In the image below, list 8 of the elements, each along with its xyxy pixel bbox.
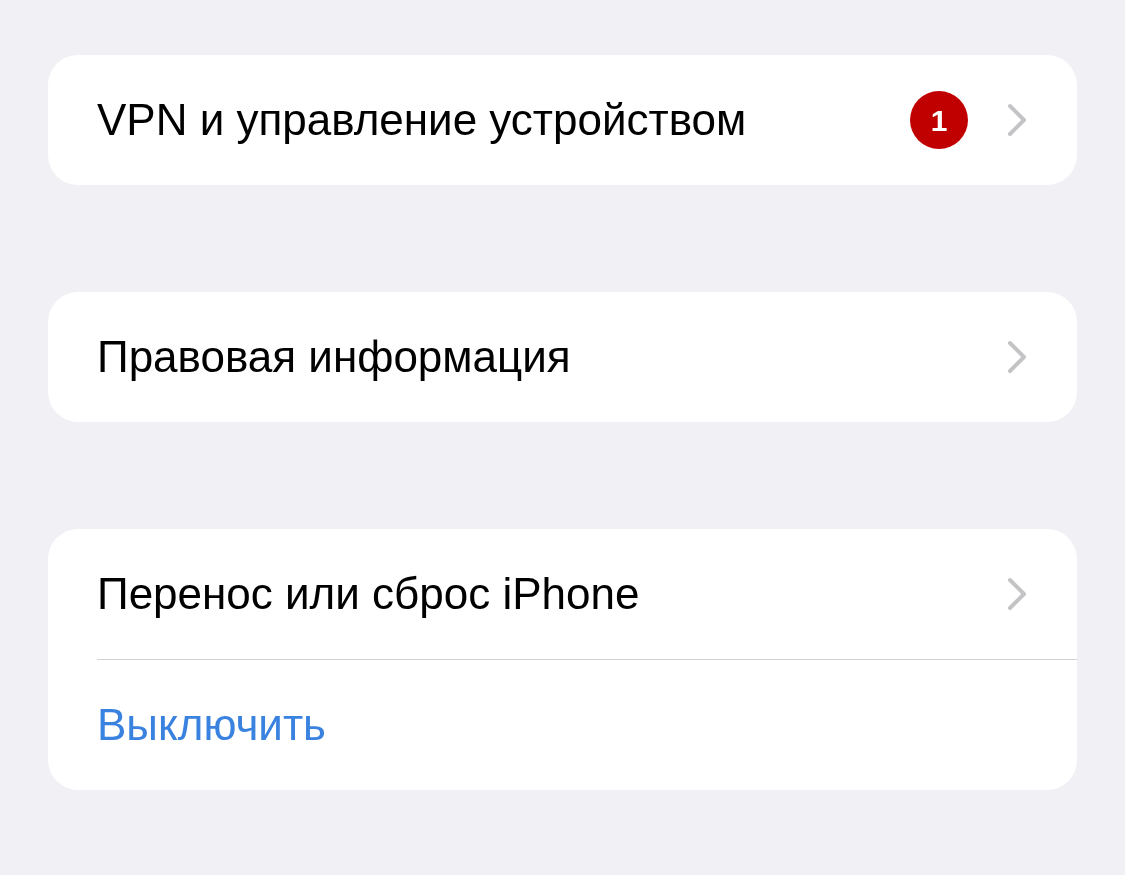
settings-row[interactable]: Перенос или сброс iPhone: [48, 529, 1077, 659]
notification-badge: 1: [910, 91, 968, 149]
settings-row[interactable]: VPN и управление устройством 1: [48, 55, 1077, 185]
chevron-icon: [1006, 576, 1028, 612]
chevron-icon: [1006, 339, 1028, 375]
settings-row[interactable]: Правовая информация: [48, 292, 1077, 422]
action-button[interactable]: Выключить: [48, 660, 1077, 790]
chevron-icon: [1006, 102, 1028, 138]
